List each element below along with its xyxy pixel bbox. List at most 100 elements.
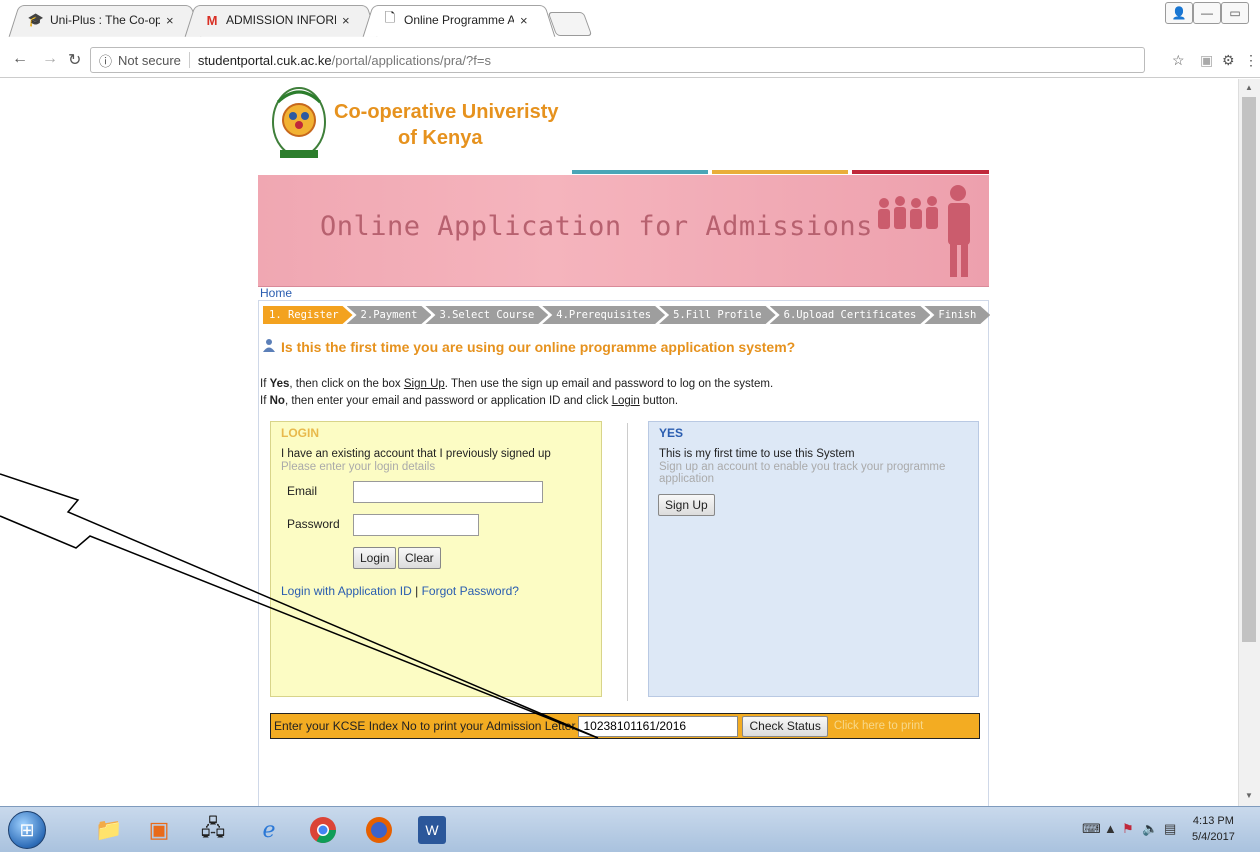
chrome-icon[interactable] (306, 813, 340, 847)
step-prerequisites: 4.Prerequisites (542, 306, 665, 324)
step-register: 1. Register (263, 306, 353, 324)
menu-dots-icon[interactable]: ⋮ (1244, 52, 1258, 69)
step-payment: 2.Payment (347, 306, 432, 324)
color-bar-gold (712, 170, 848, 174)
address-bar[interactable]: ⓘ Not secure studentportal.cuk.ac.ke/por… (90, 47, 1145, 73)
instruction-text: If (260, 395, 270, 407)
network-app-icon[interactable]: 🖧 (196, 813, 230, 847)
login-hint: Please enter your login details (281, 461, 436, 473)
tab-label: ADMISSION INFORMATI (226, 13, 336, 27)
first-time-question: Is this the first time you are using our… (263, 338, 795, 355)
email-field[interactable] (353, 481, 543, 503)
system-clock[interactable]: 4:13 PM 5/4/2017 (1192, 813, 1235, 845)
step-select-course: 3.Select Course (425, 306, 548, 324)
color-bar-crimson (852, 170, 989, 174)
internet-explorer-icon[interactable]: ℯ (252, 813, 286, 847)
breadcrumb-home[interactable]: Home (260, 286, 292, 300)
login-links: Login with Application ID | Forgot Passw… (281, 584, 519, 598)
web-page: Co-operative Univeristy of Kenya Online … (0, 79, 1238, 806)
firefox-icon[interactable] (362, 813, 396, 847)
start-button[interactable]: ⊞ (8, 811, 46, 849)
color-bar-teal (572, 170, 708, 174)
login-link[interactable]: Login (612, 395, 640, 407)
word-icon[interactable]: W (418, 816, 446, 844)
link-separator: | (415, 584, 419, 598)
step-upload-certificates: 6.Upload Certificates (770, 306, 931, 324)
login-title: LOGIN (281, 426, 319, 440)
instruction-bold: No (269, 395, 285, 407)
clock-date: 5/4/2017 (1192, 831, 1235, 843)
step-finish: Finish (924, 306, 990, 324)
students-silhouette-icon (878, 185, 970, 277)
file-explorer-icon[interactable]: 📁 (92, 813, 126, 847)
action-center-icon[interactable]: ▤ (1164, 821, 1176, 837)
password-label: Password (287, 517, 340, 531)
close-icon[interactable]: × (520, 13, 528, 28)
login-box: LOGIN I have an existing account that I … (270, 421, 602, 697)
forward-arrow-icon[interactable]: → (42, 50, 58, 68)
scrollbar-thumb[interactable] (1242, 97, 1256, 642)
bookmark-star-icon[interactable]: ☆ (1172, 52, 1185, 69)
admissions-banner: Online Application for Admissions (258, 175, 989, 287)
no-instruction: If No, then enter your email and passwor… (260, 395, 678, 407)
forgot-password-link[interactable]: Forgot Password? (422, 584, 519, 598)
uniplus-icon: 🎓 (27, 12, 45, 27)
info-icon[interactable]: ⓘ (99, 51, 112, 70)
page-scrollbar[interactable]: ▲ ▼ (1238, 79, 1260, 806)
close-icon[interactable]: × (342, 13, 350, 28)
windows-taskbar: ⊞ 📁 ▣ 🖧 ℯ W ⌨ ▲ ⚑ 🔈 ▤ 4:13 PM 5/4/2017 (0, 806, 1260, 852)
page-icon: 🗋 (384, 10, 396, 25)
url-host: studentportal.cuk.ac.ke (197, 52, 332, 68)
signup-title: YES (659, 426, 684, 440)
new-tab-button[interactable] (547, 12, 593, 36)
print-admission-letter-link[interactable]: Click here to print (834, 720, 923, 732)
login-with-application-id-link[interactable]: Login with Application ID (281, 584, 412, 598)
question-text: Is this the first time you are using our… (281, 338, 796, 355)
browser-tab-strip: 🎓 Uni-Plus : The Co-operat × M ADMISSION… (0, 0, 1260, 42)
reload-icon[interactable]: ↻ (68, 50, 81, 70)
kcse-label: Enter your KCSE Index No to print your A… (274, 719, 576, 733)
signup-box: YES This is my first time to use this Sy… (648, 421, 979, 697)
gmail-icon: M (206, 12, 218, 28)
login-description: I have an existing account that I previo… (281, 448, 551, 460)
instruction-bold: Yes (269, 378, 290, 390)
signup-description: This is my first time to use this System (659, 448, 855, 460)
password-field[interactable] (353, 514, 479, 536)
sign-up-button[interactable]: Sign Up (658, 494, 715, 516)
university-logo (272, 87, 326, 158)
clear-button[interactable]: Clear (398, 547, 441, 569)
banner-title: Online Application for Admissions (320, 211, 873, 242)
extension-gear-icon[interactable]: ⚙ (1222, 52, 1235, 69)
tab-label: Online Programme Appl (404, 13, 514, 27)
maximize-button[interactable]: ▭ (1221, 2, 1249, 24)
show-hidden-icons-icon[interactable]: ▲ (1104, 821, 1117, 836)
address-separator (188, 52, 190, 68)
scroll-up-arrow-icon[interactable]: ▲ (1245, 83, 1253, 92)
network-status-icon[interactable]: ⚑ (1122, 821, 1134, 837)
instruction-text: , then enter your email and password or … (284, 395, 612, 407)
login-button[interactable]: Login (353, 547, 397, 569)
scroll-down-arrow-icon[interactable]: ▼ (1245, 791, 1253, 800)
back-arrow-icon[interactable]: ← (12, 50, 28, 68)
tab-admission-information[interactable]: M ADMISSION INFORMATI × (184, 4, 378, 37)
tab-online-programme[interactable]: 🗋 Online Programme Appl × (362, 4, 556, 37)
instruction-text: . Then use the sign up email and passwor… (444, 378, 774, 390)
application-panel: 1. Register 2.Payment 3.Select Course 4.… (258, 300, 989, 806)
volume-icon[interactable]: 🔈 (1142, 821, 1158, 837)
media-player-icon[interactable]: ▣ (142, 813, 176, 847)
tab-uniplus[interactable]: 🎓 Uni-Plus : The Co-operat × (8, 4, 202, 37)
extension-icon[interactable]: ▣ (1200, 52, 1213, 69)
university-name-line1: Co-operative Univeristy (334, 101, 559, 123)
keyboard-icon[interactable]: ⌨ (1082, 821, 1101, 837)
close-icon[interactable]: × (166, 13, 174, 28)
profile-icon[interactable]: 👤 (1165, 2, 1193, 24)
yes-instruction: If Yes, then click on the box Sign Up. T… (260, 378, 773, 390)
university-name-line2: of Kenya (398, 127, 483, 149)
kcse-index-input[interactable] (578, 715, 739, 737)
check-status-button[interactable]: Check Status (742, 715, 828, 737)
security-label: Not secure (118, 52, 181, 68)
tab-label: Uni-Plus : The Co-operat (50, 13, 160, 27)
sign-up-link[interactable]: Sign Up (404, 378, 445, 390)
minimize-button[interactable]: — (1193, 2, 1221, 24)
step-fill-profile: 5.Fill Profile (659, 306, 776, 324)
